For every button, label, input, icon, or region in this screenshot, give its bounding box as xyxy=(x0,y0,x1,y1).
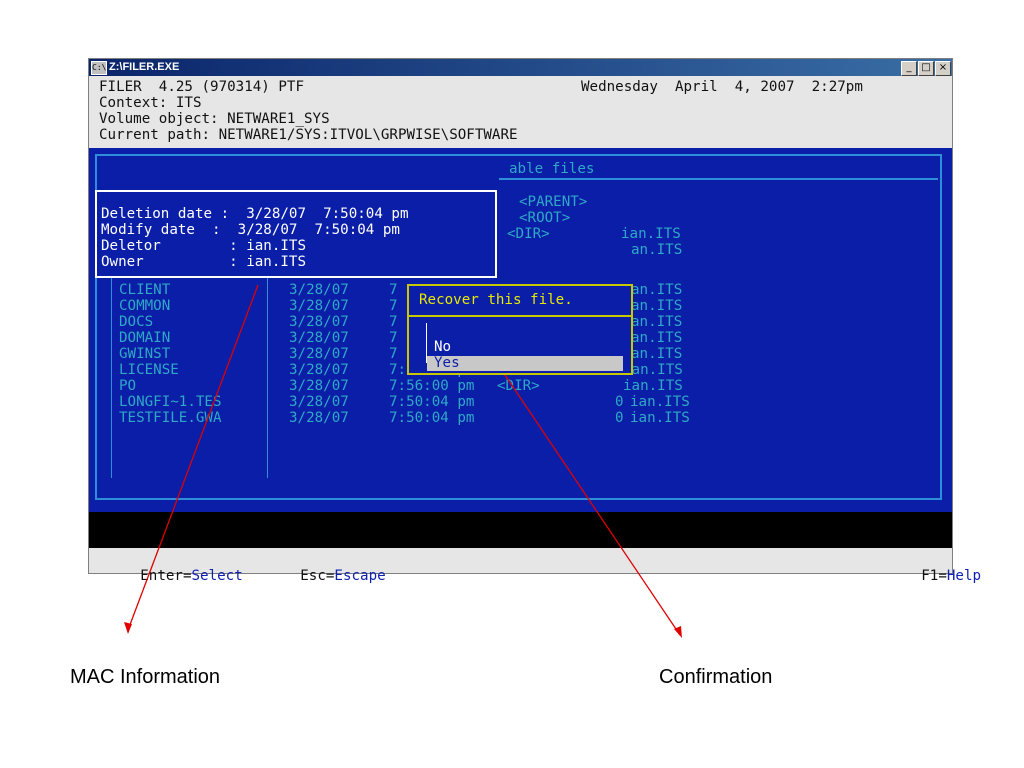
annotation-arrows xyxy=(124,284,682,638)
mac-information-caption: MAC Information xyxy=(70,666,221,688)
mac-arrow-head xyxy=(124,622,132,634)
confirmation-arrow-line xyxy=(504,374,681,636)
mac-arrow-line xyxy=(127,284,259,631)
confirmation-caption: Confirmation xyxy=(659,666,773,688)
